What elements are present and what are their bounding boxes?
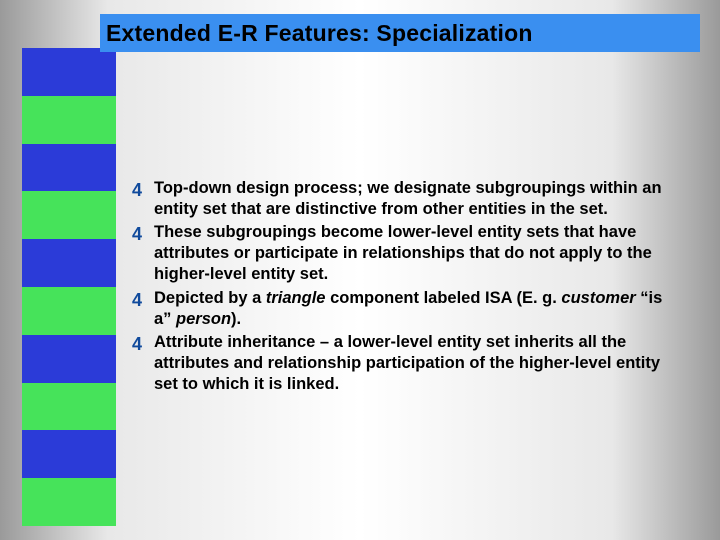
title-bar: Extended E-R Features: Specialization	[100, 14, 700, 52]
decorative-stripe-column	[22, 48, 116, 526]
bullet-text: Attribute inheritance – a lower-level en…	[154, 332, 684, 395]
list-item: 4 Depicted by a triangle component label…	[132, 288, 684, 330]
bullet-marker: 4	[132, 178, 154, 202]
stripe	[22, 48, 116, 96]
bullet-text: These subgroupings become lower-level en…	[154, 222, 684, 285]
stripe	[22, 383, 116, 431]
stripe	[22, 191, 116, 239]
bullet-marker: 4	[132, 332, 154, 356]
stripe	[22, 478, 116, 526]
list-item: 4 Attribute inheritance – a lower-level …	[132, 332, 684, 395]
slide-title: Extended E-R Features: Specialization	[106, 20, 533, 47]
stripe	[22, 335, 116, 383]
stripe	[22, 239, 116, 287]
bullet-text: Depicted by a triangle component labeled…	[154, 288, 684, 330]
bullet-marker: 4	[132, 288, 154, 312]
stripe	[22, 430, 116, 478]
bullet-text: Top-down design process; we designate su…	[154, 178, 684, 220]
stripe	[22, 96, 116, 144]
list-item: 4 These subgroupings become lower-level …	[132, 222, 684, 285]
stripe	[22, 287, 116, 335]
bullet-list: 4 Top-down design process; we designate …	[132, 178, 684, 397]
stripe	[22, 144, 116, 192]
bullet-marker: 4	[132, 222, 154, 246]
list-item: 4 Top-down design process; we designate …	[132, 178, 684, 220]
